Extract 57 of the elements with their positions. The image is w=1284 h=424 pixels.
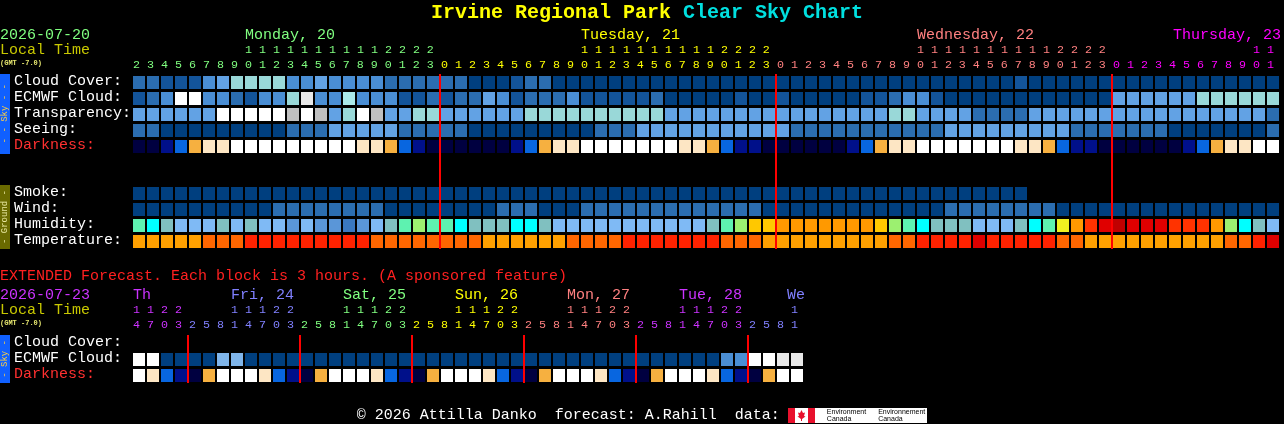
row-label: Smoke: (14, 185, 68, 201)
hour-digits: 2 5 8 1 4 7 0 3 (525, 318, 630, 333)
day-name: Tue, 28 (679, 288, 742, 303)
section-bar: - Sky - (0, 335, 10, 383)
hour-digits: 0 1 2 3 4 5 6 7 8 9 0 1 2 3 4 5 6 7 8 9 0 1 2 3 (441, 58, 770, 73)
day-name: Sat, 25 (343, 288, 406, 303)
chart-title: Clear Sky Chart (683, 0, 864, 24)
hour-tens: 1 1 1 2 2 (231, 303, 294, 318)
row-label: Seeing: (14, 122, 77, 138)
row-label: Cloud Cover: (14, 335, 123, 351)
site-name: Irvine Regional Park (430, 0, 671, 24)
row-label: Darkness: (14, 138, 95, 154)
hour-digits: 2 3 4 5 6 7 8 9 0 1 2 3 4 5 6 7 8 9 0 1 2 3 (133, 58, 434, 73)
hour-tens: 1 1 1 2 2 (567, 303, 630, 318)
hour-tens: 1 1 1 1 1 1 1 1 1 1 2 2 2 2 (917, 43, 1106, 58)
hour-digits: 4 7 0 3 (133, 318, 182, 333)
row-label: ECMWF Cloud: (14, 90, 123, 106)
day-name: Sun, 26 (455, 288, 518, 303)
day-name: Th (133, 288, 151, 303)
hour-tens: 1 1 2 2 (133, 303, 182, 318)
chart-date: 2026-07-23 (0, 288, 90, 303)
hour-tens: 1 1 (1253, 43, 1274, 58)
hour-tens: 1 1 1 1 1 1 1 1 1 1 2 2 2 2 (245, 43, 434, 58)
hour-tens: 1 1 1 2 2 (679, 303, 742, 318)
hour-tens: 1 (791, 303, 798, 318)
day-name: Thursday, 23 (1172, 28, 1281, 43)
hour-digits: 0 1 2 3 4 5 6 7 8 9 0 1 2 3 4 5 6 7 8 9 0 1 2 3 (777, 58, 1106, 73)
day-name: Tuesday, 21 (581, 28, 681, 43)
time-label: Local Time (0, 43, 90, 58)
hour-digits: 2 5 8 1 4 7 0 3 (301, 318, 406, 333)
hour-tens: 1 1 1 2 2 (343, 303, 406, 318)
hour-tens: 1 1 1 2 2 (455, 303, 518, 318)
day-name: Mon, 27 (567, 288, 630, 303)
hour-digits: 2 5 8 1 4 7 0 3 (413, 318, 518, 333)
section-bar: - Ground - (0, 185, 10, 249)
hour-digits: 2 5 8 1 4 7 0 3 (637, 318, 742, 333)
row-label: Humidity: (14, 217, 95, 233)
day-name: Fri, 24 (231, 288, 294, 303)
chart-date: 2026-07-20 (0, 28, 90, 43)
row-label: Darkness: (14, 367, 95, 383)
section-bar: - - Sky - - (0, 74, 10, 154)
row-label: Cloud Cover: (14, 74, 123, 90)
day-name: Monday, 20 (245, 28, 335, 43)
row-label: ECMWF Cloud: (14, 351, 123, 367)
hour-digits: 2 5 8 1 (749, 318, 798, 333)
day-name: We (787, 288, 805, 303)
time-label: Local Time (0, 303, 90, 318)
row-label: Temperature: (14, 233, 123, 249)
row-label: Transparency: (14, 106, 132, 122)
credit-text: © 2026 Attilla Danko forecast: A.Rahill data: (356, 407, 780, 424)
hour-digits: 0 1 2 3 4 5 6 7 8 9 0 1 (1113, 58, 1274, 73)
flag-icon (787, 408, 815, 423)
hour-tens: 1 1 1 1 1 1 1 1 1 1 2 2 2 2 (581, 43, 770, 58)
hour-digits: 2 5 8 1 4 7 0 3 (189, 318, 294, 333)
row-label: Wind: (14, 201, 59, 217)
extended-note: EXTENDED Forecast. Each block is 3 hours. (A sponsored feature) (0, 269, 568, 284)
day-name: Wednesday, 22 (917, 28, 1035, 43)
